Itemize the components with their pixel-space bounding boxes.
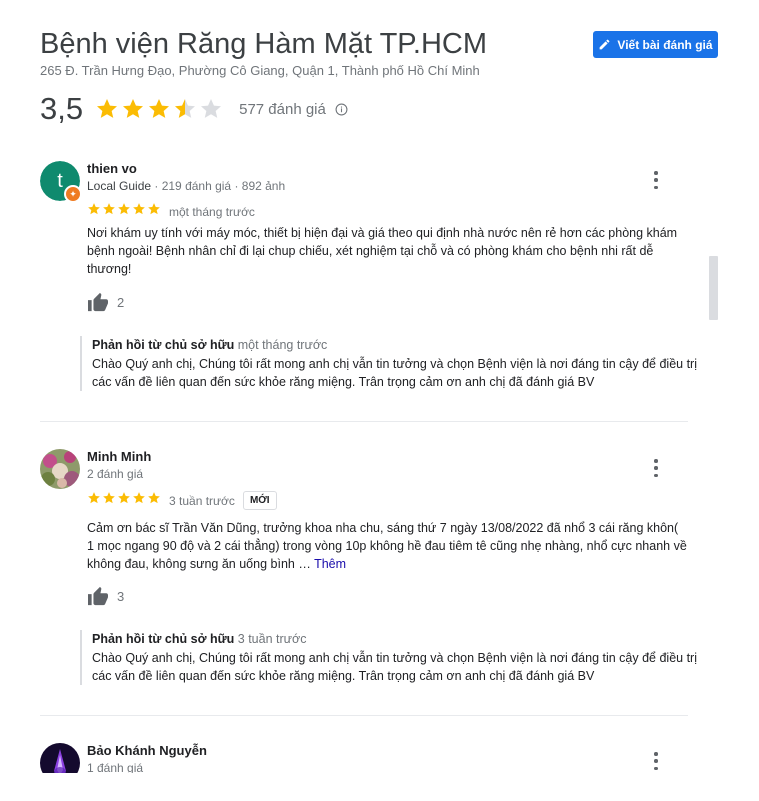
place-address: 265 Đ. Trần Hưng Đạo, Phường Cô Giang, Q… bbox=[40, 63, 480, 78]
owner-reply-header: Phản hồi từ chủ sở hữu 3 tuần trước bbox=[92, 630, 700, 648]
like-button[interactable]: 3 bbox=[87, 586, 124, 606]
star-icon bbox=[148, 203, 160, 215]
review-text-body: Cảm ơn bác sĩ Trần Văn Dũng, trưởng khoa… bbox=[87, 521, 687, 571]
star-icon bbox=[88, 203, 100, 215]
star-icon bbox=[133, 492, 145, 504]
local-guide-label: Local Guide bbox=[87, 179, 152, 193]
star-icon bbox=[118, 492, 130, 504]
review-time: 3 tuần trước bbox=[169, 493, 235, 508]
owner-reply-label: Phản hồi từ chủ sở hữu bbox=[92, 338, 235, 352]
review-author-meta: 2 đánh giá bbox=[87, 467, 144, 481]
star-icon bbox=[149, 99, 170, 118]
review-author[interactable]: Minh Minh bbox=[87, 449, 151, 464]
star-icon bbox=[118, 203, 130, 215]
write-review-button[interactable]: Viết bài đánh giá bbox=[593, 31, 718, 58]
new-badge: MỚI bbox=[242, 491, 277, 510]
star-icon bbox=[97, 99, 118, 118]
star-icon bbox=[148, 492, 160, 504]
info-icon[interactable] bbox=[335, 103, 348, 116]
owner-reply-time: một tháng trước bbox=[237, 338, 328, 352]
local-guide-badge-icon: ✦ bbox=[64, 185, 82, 203]
scrollbar-thumb[interactable] bbox=[709, 256, 718, 320]
star-icon bbox=[133, 203, 145, 215]
owner-reply-text: Chào Quý anh chị, Chúng tôi rất mong anh… bbox=[92, 357, 697, 389]
review-stars bbox=[87, 491, 162, 510]
write-review-label: Viết bài đánh giá bbox=[617, 37, 713, 52]
owner-reply-time: 3 tuần trước bbox=[237, 632, 307, 646]
review-time: một tháng trước bbox=[169, 204, 255, 219]
divider bbox=[40, 421, 688, 422]
owner-reply-header: Phản hồi từ chủ sở hữu một tháng trước bbox=[92, 336, 700, 354]
review-item: Bảo Khánh Nguyễn 1 đánh giá bbox=[40, 743, 688, 773]
review-stars bbox=[87, 202, 162, 221]
owner-reply: Phản hồi từ chủ sở hữu 3 tuần trước Chào… bbox=[80, 630, 700, 685]
owner-reply-text: Chào Quý anh chị, Chúng tôi rất mong anh… bbox=[92, 651, 697, 683]
like-count: 2 bbox=[117, 294, 125, 310]
review-author-meta: 1 đánh giá bbox=[87, 761, 144, 773]
star-icon bbox=[88, 492, 100, 504]
star-icon bbox=[175, 99, 196, 118]
star-icon bbox=[103, 492, 115, 504]
like-count: 3 bbox=[117, 588, 125, 604]
more-options-icon[interactable] bbox=[650, 459, 662, 477]
star-icon bbox=[103, 203, 115, 215]
pencil-icon bbox=[600, 39, 610, 50]
review-text: Cảm ơn bác sĩ Trần Văn Dũng, trưởng khoa… bbox=[87, 519, 687, 573]
avatar-photo bbox=[40, 449, 80, 489]
star-icon bbox=[201, 99, 222, 118]
rating-summary: 3,5 577 đánh giá bbox=[40, 91, 348, 127]
rating-value: 3,5 bbox=[40, 91, 84, 126]
review-item: t ✦ thien vo Local Guide · 219 đánh giá … bbox=[40, 161, 697, 401]
more-link[interactable]: Thêm bbox=[314, 557, 346, 571]
like-button[interactable]: 2 bbox=[87, 292, 124, 312]
thumbs-up-icon bbox=[88, 292, 108, 312]
review-rating: một tháng trước bbox=[87, 202, 255, 221]
avatar[interactable] bbox=[40, 449, 80, 489]
review-rating: 3 tuần trước MỚI bbox=[87, 491, 277, 510]
review-author[interactable]: Bảo Khánh Nguyễn bbox=[87, 743, 207, 758]
owner-reply: Phản hồi từ chủ sở hữu một tháng trước C… bbox=[80, 336, 700, 391]
review-text: Nơi khám uy tính với máy móc, thiết bị h… bbox=[87, 226, 678, 276]
more-options-icon[interactable] bbox=[650, 171, 662, 189]
review-item: Minh Minh 2 đánh giá 3 tuần trước MỚI Cả… bbox=[40, 449, 697, 694]
avatar[interactable] bbox=[40, 743, 80, 773]
rating-stars bbox=[95, 97, 225, 121]
review-count[interactable]: 577 đánh giá bbox=[239, 101, 326, 118]
review-author-meta: Local Guide · 219 đánh giá · 892 ảnh bbox=[87, 179, 285, 193]
more-options-icon[interactable] bbox=[650, 752, 662, 770]
divider bbox=[40, 715, 688, 716]
star-icon bbox=[123, 99, 144, 118]
review-author[interactable]: thien vo bbox=[87, 161, 137, 176]
thumbs-up-icon bbox=[88, 586, 108, 606]
author-stats: · 219 đánh giá · 892 ảnh bbox=[151, 179, 286, 193]
owner-reply-label: Phản hồi từ chủ sở hữu bbox=[92, 632, 235, 646]
avatar-photo bbox=[40, 743, 80, 773]
